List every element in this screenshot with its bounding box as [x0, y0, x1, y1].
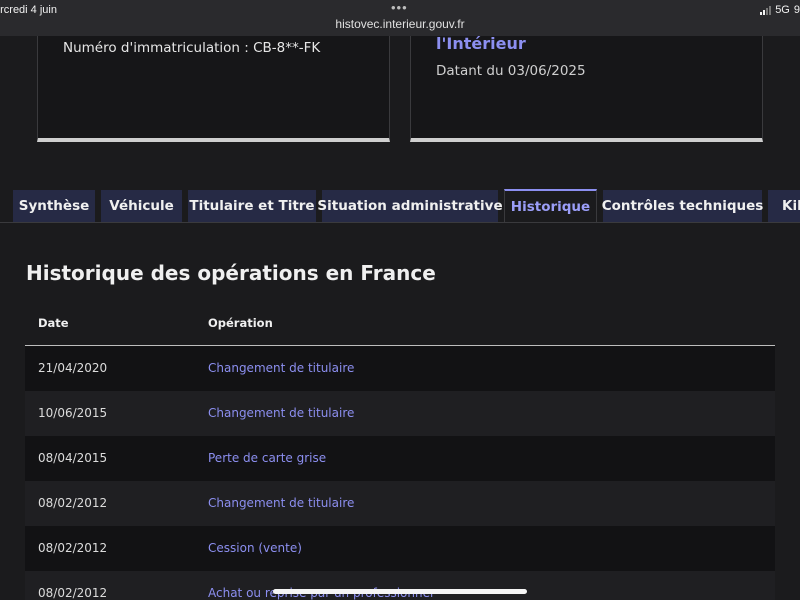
status-date: ercredi 4 juin [0, 4, 57, 16]
tab-situation-administrative[interactable]: Situation administrative [317, 190, 503, 222]
registration-number: Numéro d'immatriculation : CB-8**-FK [63, 40, 321, 56]
registration-card: Numéro d'immatriculation : CB-8**-FK [37, 36, 390, 142]
table-row: 10/06/2015 Changement de titulaire [25, 391, 775, 436]
tab-synthese[interactable]: Synthèse [13, 190, 95, 222]
operations-table: Date Opération 21/04/2020 Changement de … [25, 300, 775, 600]
row-date: 08/02/2012 [38, 586, 108, 600]
tab-vehicule[interactable]: Véhicule [101, 190, 182, 222]
tab-historique[interactable]: Historique [504, 189, 597, 223]
table-row: 21/04/2020 Changement de titulaire [25, 346, 775, 391]
table-row: 08/04/2015 Perte de carte grise [25, 436, 775, 481]
source-card: l'Intérieur Datant du 03/06/2025 [410, 34, 763, 142]
row-date: 08/02/2012 [38, 541, 108, 555]
table-row: 08/02/2012 Cession (vente) [25, 526, 775, 571]
battery-label: 9 [793, 4, 800, 16]
table-row: 08/02/2012 Changement de titulaire [25, 481, 775, 526]
page-title: Historique des opérations en France [26, 261, 436, 285]
tab-options-icon[interactable]: ••• [391, 0, 408, 15]
row-date: 08/04/2015 [38, 451, 108, 465]
tab-bar: Synthèse Véhicule Titulaire et Titre Sit… [0, 189, 800, 223]
source-card-title: l'Intérieur [436, 34, 526, 53]
table-row: 08/02/2012 Achat ou reprise par un profe… [25, 571, 775, 600]
operation-link[interactable]: Perte de carte grise [208, 451, 326, 465]
signal-icon [760, 5, 772, 15]
row-date: 10/06/2015 [38, 406, 108, 420]
operation-link[interactable]: Changement de titulaire [208, 406, 354, 420]
operation-link[interactable]: Changement de titulaire [208, 496, 354, 510]
operation-link[interactable]: Changement de titulaire [208, 361, 354, 375]
column-header-date: Date [38, 316, 69, 330]
network-label: 5G [775, 4, 790, 16]
tab-controles-techniques[interactable]: Contrôles techniques [602, 190, 763, 222]
address-bar-url[interactable]: histovec.interieur.gouv.fr [0, 17, 800, 31]
source-card-date: Datant du 03/06/2025 [436, 63, 586, 79]
home-indicator[interactable] [273, 589, 527, 594]
operation-link[interactable]: Cession (vente) [208, 541, 302, 555]
row-date: 21/04/2020 [38, 361, 108, 375]
tab-kilometrage[interactable]: Kil [768, 190, 800, 222]
tabs-divider [0, 222, 800, 223]
browser-status-bar: ercredi 4 juin ••• histovec.interieur.go… [0, 0, 800, 36]
table-header: Date Opération [25, 300, 775, 346]
status-indicators: 5G 9 [760, 4, 800, 16]
row-date: 08/02/2012 [38, 496, 108, 510]
tab-titulaire-et-titre[interactable]: Titulaire et Titre [188, 190, 316, 222]
column-header-operation: Opération [208, 316, 273, 330]
